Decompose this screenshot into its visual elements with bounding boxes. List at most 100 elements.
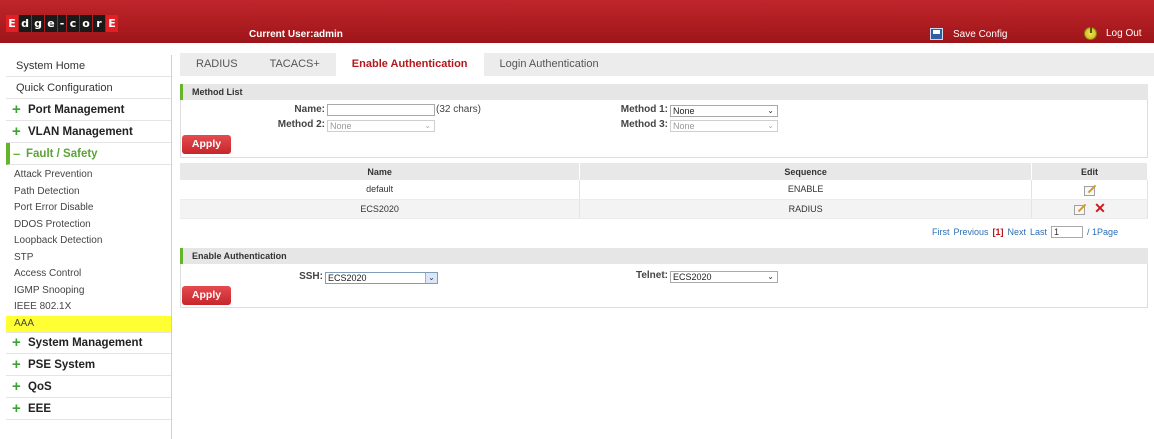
method2-select[interactable]: None ⌄	[327, 120, 435, 132]
column-header-edit: Edit	[1031, 163, 1148, 180]
table-row: default ENABLE	[180, 180, 1148, 200]
sidebar-group-system-management[interactable]: + System Management	[6, 332, 171, 354]
telnet-select[interactable]: ECS2020 ⌄	[670, 271, 778, 283]
tab-radius[interactable]: RADIUS	[180, 53, 254, 76]
sidebar-item-loopback-detection[interactable]: Loopback Detection	[6, 233, 171, 250]
column-header-name: Name	[180, 163, 581, 180]
logo-letter: -	[58, 15, 66, 32]
name-length-hint: (32 chars)	[436, 104, 482, 115]
sidebar-group-label: PSE System	[28, 358, 96, 371]
method-list-apply-button[interactable]: Apply	[182, 135, 231, 154]
sidebar-item-stp[interactable]: STP	[6, 250, 171, 267]
page-number-input[interactable]: 1	[1051, 226, 1084, 238]
sidebar-item-port-error-disable[interactable]: Port Error Disable	[6, 200, 171, 217]
row-sequence: ENABLE	[579, 180, 1033, 200]
sidebar-group-fault-safety[interactable]: – Fault / Safety	[6, 143, 171, 165]
log-out-button[interactable]: Log Out	[1084, 27, 1142, 40]
plus-icon: +	[12, 355, 21, 373]
logo-letter: o	[80, 15, 92, 32]
current-user-label: Current User:admin	[249, 29, 343, 40]
row-actions: ✕	[1031, 199, 1148, 219]
sidebar-group-port-management[interactable]: + Port Management	[6, 99, 171, 121]
save-config-label: Save Config	[953, 28, 1008, 40]
plus-icon: +	[12, 334, 21, 351]
enable-authentication-header: Enable Authentication	[180, 248, 1148, 264]
method-name-input[interactable]	[327, 104, 435, 116]
delete-icon[interactable]: ✕	[1094, 201, 1106, 215]
plus-icon: +	[12, 122, 21, 140]
pager-previous-link[interactable]: Previous	[954, 227, 989, 237]
sidebar-group-label: EEE	[28, 402, 52, 415]
chevron-down-icon: ⌄	[425, 273, 437, 283]
fault-safety-submenu: Attack Prevention Path Detection Port Er…	[6, 165, 171, 332]
plus-icon: +	[12, 377, 21, 395]
sidebar-item-igmp-snooping[interactable]: IGMP Snooping	[6, 283, 171, 300]
chevron-down-icon: ⌄	[767, 272, 774, 281]
sidebar-group-pse-system[interactable]: + PSE System	[6, 354, 171, 376]
method2-value: None	[330, 121, 352, 131]
sidebar-item-ieee-8021x[interactable]: IEEE 802.1X	[6, 299, 171, 316]
save-config-button[interactable]: Save Config	[930, 28, 1007, 40]
power-icon	[1084, 27, 1097, 40]
method3-label: Method 3:	[620, 119, 668, 130]
logo-letter: r	[93, 15, 105, 32]
tab-bar: RADIUS TACACS+ Enable Authentication Log…	[180, 53, 1154, 76]
method1-value: None	[673, 106, 695, 116]
name-label: Name:	[294, 104, 325, 115]
minus-icon: –	[13, 145, 21, 161]
pager-total: / 1Page	[1087, 227, 1119, 237]
sidebar-item-path-detection[interactable]: Path Detection	[6, 184, 171, 201]
method3-value: None	[673, 121, 695, 131]
sidebar-group-label: Fault / Safety	[26, 147, 98, 160]
column-header-sequence: Sequence	[579, 163, 1033, 180]
pager-next-link[interactable]: Next	[1008, 227, 1027, 237]
sidebar-group-label: QoS	[28, 380, 52, 393]
method3-select[interactable]: None ⌄	[670, 120, 778, 132]
sidebar-group-vlan-management[interactable]: + VLAN Management	[6, 121, 171, 143]
method-list-table: Name Sequence Edit default ENABLE ECS202…	[180, 163, 1148, 219]
sidebar-item-attack-prevention[interactable]: Attack Prevention	[6, 167, 171, 184]
row-sequence: RADIUS	[579, 199, 1033, 219]
edgecore-logo: E d g e - c o r E	[6, 15, 118, 32]
logo-letter: E	[6, 15, 18, 32]
chevron-down-icon: ⌄	[767, 121, 774, 130]
logo-letter: E	[106, 15, 118, 32]
pager-first-link[interactable]: First	[932, 227, 950, 237]
tab-login-authentication[interactable]: Login Authentication	[484, 53, 615, 76]
ssh-value: ECS2020	[328, 273, 367, 283]
plus-icon: +	[12, 399, 21, 417]
chevron-down-icon: ⌄	[767, 106, 774, 115]
sidebar-item-aaa[interactable]: AAA	[6, 315, 171, 332]
method1-label: Method 1:	[620, 104, 668, 115]
tab-tacacs[interactable]: TACACS+	[254, 53, 336, 76]
ssh-select[interactable]: ECS2020 ⌄	[325, 272, 438, 284]
ssh-label: SSH:	[299, 271, 323, 282]
row-name: ECS2020	[180, 199, 581, 219]
chevron-down-icon: ⌄	[424, 121, 431, 130]
pager-last-link[interactable]: Last	[1030, 227, 1047, 237]
sidebar-group-eee[interactable]: + EEE	[6, 398, 171, 420]
plus-icon: +	[12, 100, 21, 118]
enable-auth-apply-button[interactable]: Apply	[182, 286, 231, 305]
sidebar-item-ddos-protection[interactable]: DDOS Protection	[6, 217, 171, 234]
pager-current-page: [1]	[992, 227, 1004, 237]
sidebar-group-label: VLAN Management	[28, 125, 133, 138]
logo-letter: c	[67, 15, 79, 32]
tab-enable-authentication[interactable]: Enable Authentication	[335, 53, 484, 76]
edit-icon[interactable]	[1073, 203, 1086, 216]
logo-letter: g	[32, 15, 44, 32]
sidebar-item-quick-configuration[interactable]: Quick Configuration	[6, 77, 171, 99]
sidebar-group-label: Port Management	[28, 103, 125, 116]
row-name: default	[180, 180, 581, 200]
edit-icon[interactable]	[1083, 184, 1096, 196]
telnet-value: ECS2020	[673, 272, 712, 282]
sidebar-item-system-home[interactable]: System Home	[6, 55, 171, 77]
sidebar-nav: System Home Quick Configuration + Port M…	[6, 55, 172, 439]
row-actions	[1031, 180, 1148, 200]
sidebar-item-access-control[interactable]: Access Control	[6, 266, 171, 283]
sidebar-group-label: System Management	[28, 337, 143, 349]
sidebar-group-qos[interactable]: + QoS	[6, 376, 171, 398]
method1-select[interactable]: None ⌄	[670, 105, 778, 117]
method-list-header: Method List	[180, 84, 1148, 100]
telnet-label: Telnet:	[635, 270, 668, 281]
